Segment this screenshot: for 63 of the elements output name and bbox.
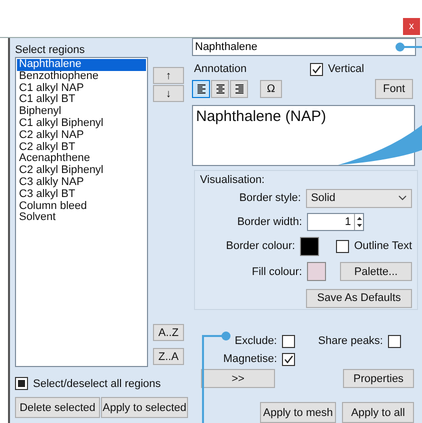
list-item[interactable]: C1 alkyl BT xyxy=(17,94,146,106)
checkbox-label: Select/deselect all regions xyxy=(33,378,161,390)
name-field[interactable]: Naphthalene xyxy=(192,38,416,56)
callout-line xyxy=(396,42,422,52)
list-item[interactable]: C3 alkly NAP xyxy=(17,176,146,189)
list-item[interactable]: Solvent xyxy=(17,212,146,224)
border-style-dropdown[interactable]: Solid xyxy=(306,188,412,208)
select-all-checkbox[interactable] xyxy=(15,377,28,390)
list-item[interactable]: C2 alkyl BT xyxy=(17,142,146,154)
align-left-button[interactable] xyxy=(192,80,210,98)
field-label: Magnetise: xyxy=(222,353,278,365)
chevron-down-icon xyxy=(398,195,407,201)
share-peaks-checkbox[interactable] xyxy=(388,334,401,348)
move-down-button[interactable]: ↓ xyxy=(153,85,184,102)
list-item[interactable]: C2 alkyl Biphenyl xyxy=(17,165,146,177)
sort-ascending-button[interactable]: A..Z xyxy=(153,324,184,341)
align-center-icon xyxy=(214,84,226,94)
apply-mesh-button[interactable]: Apply to mesh xyxy=(260,402,336,423)
field-label: Border style: xyxy=(238,192,302,204)
align-right-button[interactable] xyxy=(230,80,248,98)
annotation-text-area[interactable]: Naphthalene (NAP) xyxy=(192,104,415,166)
field-label: Fill colour: xyxy=(250,266,303,278)
delete-selected-button[interactable]: Delete selected xyxy=(15,397,100,418)
vertical-checkbox[interactable] xyxy=(310,62,323,76)
checkbox-label: Outline Text xyxy=(354,240,412,252)
list-item[interactable]: C2 alkyl NAP xyxy=(17,130,146,142)
spin-arrows-icon xyxy=(354,214,363,230)
sort-descending-button[interactable]: Z..A xyxy=(153,348,184,365)
border-width-spinner[interactable]: 1 xyxy=(307,213,364,231)
properties-button[interactable]: Properties xyxy=(343,369,414,388)
palette-button[interactable]: Palette... xyxy=(340,262,412,281)
align-center-button[interactable] xyxy=(211,80,229,98)
list-item[interactable]: C1 alkyl Biphenyl xyxy=(17,118,146,130)
list-item[interactable]: C1 alkyl NAP xyxy=(17,82,146,94)
fill-colour-swatch[interactable] xyxy=(307,262,326,281)
save-defaults-button[interactable]: Save As Defaults xyxy=(306,288,412,308)
magnetise-checkbox[interactable] xyxy=(282,352,295,366)
expand-button[interactable]: >> xyxy=(201,369,275,388)
exclude-checkbox[interactable] xyxy=(282,334,295,348)
outline-text-checkbox[interactable] xyxy=(336,240,350,252)
apply-all-button[interactable]: Apply to all xyxy=(342,402,414,423)
list-item[interactable]: Acenaphthene xyxy=(17,153,146,166)
annotation-label: Annotation xyxy=(193,63,248,76)
list-item[interactable]: Naphthalene xyxy=(17,59,146,71)
list-item[interactable]: C3 alkyl BT xyxy=(17,188,146,201)
align-left-icon xyxy=(196,84,206,94)
apply-selected-button[interactable]: Apply to selected xyxy=(101,397,188,418)
font-button[interactable]: Font xyxy=(375,79,413,100)
field-label: Exclude: xyxy=(234,335,278,347)
align-right-icon xyxy=(234,84,244,94)
move-up-button[interactable]: ↑ xyxy=(153,67,184,84)
field-label: Share peaks: xyxy=(317,335,384,347)
field-label: Border width: xyxy=(236,216,303,228)
list-item[interactable]: Biphenyl xyxy=(17,106,146,118)
list-item[interactable]: Benzothiophene xyxy=(17,70,146,83)
group-title: Visualisation: xyxy=(200,174,265,186)
border-colour-swatch[interactable] xyxy=(300,236,320,256)
close-button[interactable]: x xyxy=(403,18,420,35)
checkbox-label: Vertical xyxy=(328,63,364,76)
symbol-button[interactable]: Ω xyxy=(260,80,282,98)
field-label: Border colour: xyxy=(225,240,296,252)
list-label: Select regions xyxy=(15,44,86,56)
list-item[interactable]: Column bleed xyxy=(17,200,146,212)
